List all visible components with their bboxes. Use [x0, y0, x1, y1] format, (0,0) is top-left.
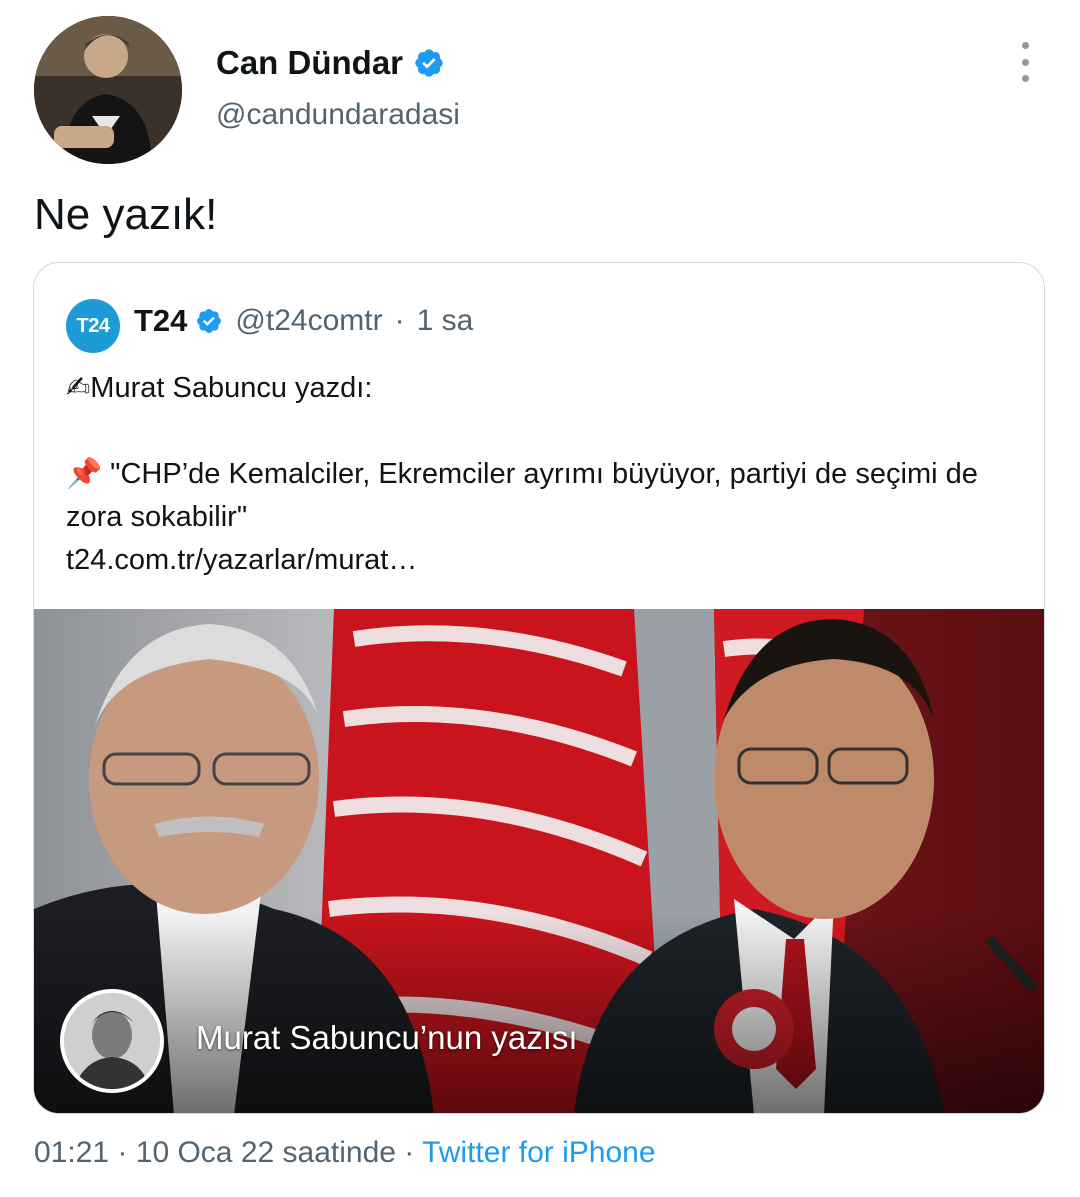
t24-logo-text: T24	[76, 314, 110, 337]
quoted-line-1: ✍Murat Sabuncu yazdı:	[66, 372, 373, 404]
quoted-media-image[interactable]: Murat Sabuncu’nun yazısı	[34, 609, 1044, 1113]
quoted-author-name[interactable]: T24	[134, 303, 187, 339]
tweet-date[interactable]: 10 Oca 22 saatinde	[136, 1136, 396, 1169]
more-options-icon[interactable]	[1012, 42, 1038, 82]
author-avatar-image	[34, 16, 182, 164]
tweet-meta: 01:21 · 10 Oca 22 saatinde · Twitter for…	[34, 1136, 656, 1170]
quoted-line-2: 📌 "CHP’de Kemalciler, Ekremciler ayrımı …	[66, 458, 978, 533]
header-separator: ·	[394, 304, 405, 337]
author-handle[interactable]: @candundaradasi	[216, 98, 460, 132]
quoted-tweet-time[interactable]: 1 sa	[417, 304, 474, 338]
tweet-text: Ne yazık!	[34, 190, 218, 239]
author-avatar[interactable]	[34, 16, 182, 164]
quoted-tweet-body: ✍Murat Sabuncu yazdı: 📌 "CHP’de Kemalcil…	[66, 367, 1016, 582]
author-name-row[interactable]: Can Dündar	[216, 44, 445, 82]
columnist-avatar	[60, 989, 164, 1093]
verified-badge-icon	[197, 309, 222, 333]
media-caption: Murat Sabuncu’nun yazısı	[196, 1019, 578, 1056]
t24-logo-avatar[interactable]: T24	[66, 299, 120, 353]
verified-badge-icon	[415, 49, 443, 77]
quoted-tweet-header: T24 @t24comtr · 1 sa	[134, 303, 473, 339]
tweet-time[interactable]: 01:21	[34, 1136, 109, 1169]
tweet-source[interactable]: Twitter for iPhone	[422, 1136, 655, 1169]
quoted-link[interactable]: t24.com.tr/yazarlar/murat…	[66, 539, 1016, 582]
quoted-tweet-card[interactable]: T24 T24 @t24comtr · 1 sa ✍Murat Sabuncu …	[33, 262, 1045, 1114]
quoted-author-handle[interactable]: @t24comtr	[235, 304, 382, 338]
meta-separator: ·	[404, 1136, 415, 1169]
meta-separator: ·	[117, 1136, 128, 1169]
author-name[interactable]: Can Dündar	[216, 44, 403, 82]
